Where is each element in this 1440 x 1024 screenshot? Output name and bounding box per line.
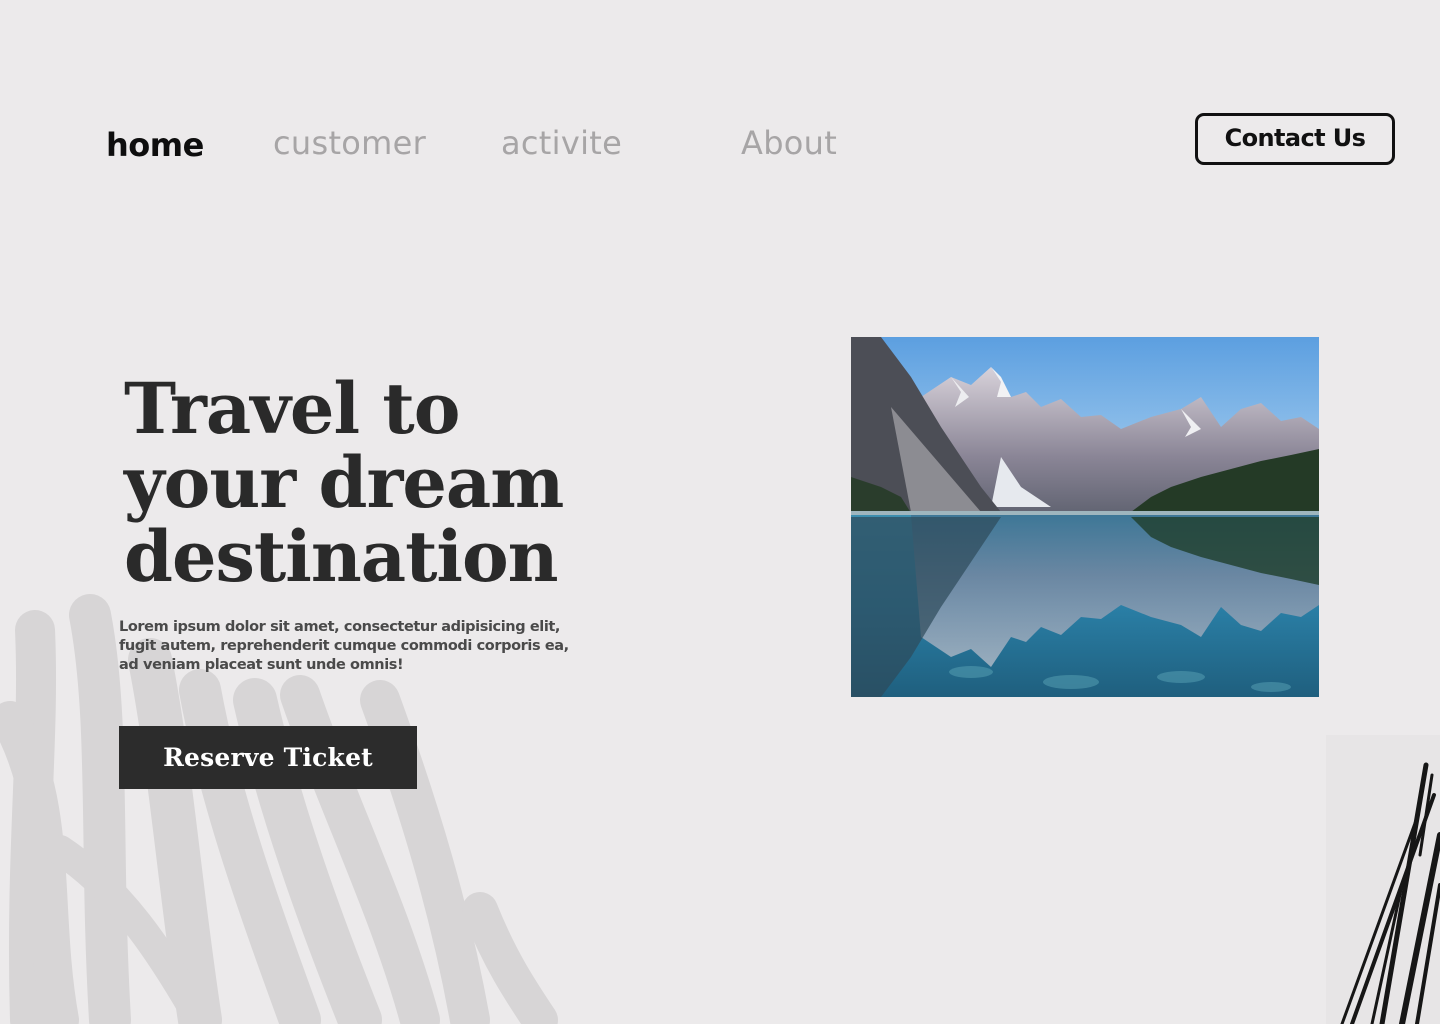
- scribble-decoration: [1326, 735, 1440, 1024]
- nav-link-activite[interactable]: activite: [501, 124, 622, 162]
- nav-link-about[interactable]: About: [741, 124, 837, 162]
- hero-description: Lorem ipsum dolor sit amet, consectetur …: [119, 619, 569, 673]
- contact-us-button[interactable]: Contact Us: [1195, 113, 1395, 165]
- hero-title: Travel to your dream destination: [124, 372, 684, 594]
- nav-link-home[interactable]: home: [106, 126, 204, 164]
- top-nav: home customer activite About Contact Us: [0, 0, 1440, 200]
- reserve-ticket-button[interactable]: Reserve Ticket: [119, 726, 417, 789]
- hero-title-line-1: Travel to: [124, 367, 460, 450]
- hero-title-line-3: destination: [124, 515, 559, 598]
- hero-title-line-2: your dream: [124, 441, 564, 524]
- nav-link-customer[interactable]: customer: [273, 124, 426, 162]
- mountain-lake-image: [851, 337, 1319, 697]
